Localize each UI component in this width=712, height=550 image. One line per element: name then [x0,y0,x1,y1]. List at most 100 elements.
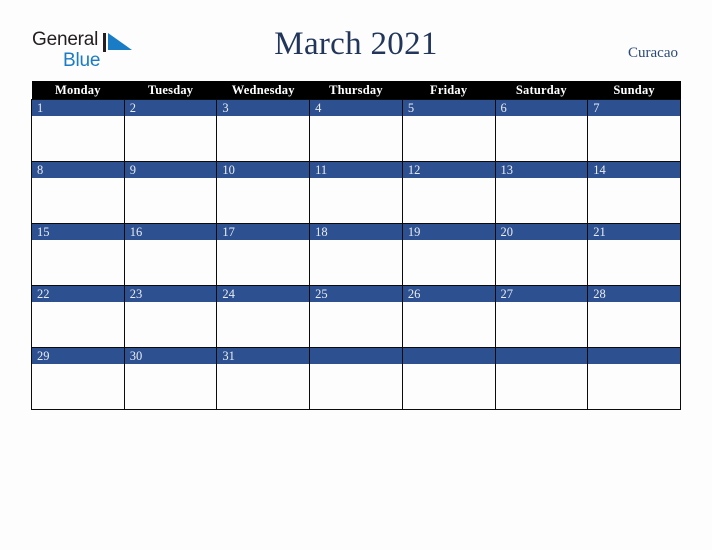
day-notes-area[interactable] [495,116,588,161]
day-notes-area[interactable] [495,364,588,409]
day-cell[interactable]: 5 [401,99,496,162]
day-number: 14 [588,162,680,178]
day-number: 28 [588,286,680,302]
day-cell[interactable]: 7 [587,99,681,162]
day-notes-area[interactable] [217,178,310,223]
day-number: 23 [124,286,217,302]
day-cell[interactable]: 22 [31,285,125,348]
day-cell[interactable]: 24 [216,285,311,348]
day-number: 27 [495,286,588,302]
day-cell[interactable]: 10 [216,161,311,224]
day-number: 9 [124,162,217,178]
day-notes-area[interactable] [310,116,402,161]
day-cell[interactable]: 6 [494,99,589,162]
calendar-week-row: 15 16 17 18 19 20 21 [31,223,681,286]
day-notes-area[interactable] [32,178,124,223]
day-cell[interactable]: 28 [587,285,681,348]
day-notes-area[interactable] [310,302,402,347]
day-notes-area[interactable] [217,364,310,409]
day-cell[interactable]: 21 [587,223,681,286]
day-number: 31 [217,348,310,364]
day-cell[interactable]: 20 [494,223,589,286]
day-cell[interactable]: 18 [309,223,403,286]
day-cell-empty[interactable] [309,347,403,410]
day-notes-area[interactable] [124,240,217,285]
day-cell-empty[interactable] [587,347,681,410]
page-header: General Blue March 2021 Curacao [0,0,712,80]
day-number [310,348,402,364]
day-notes-area[interactable] [217,116,310,161]
weekday-header-row: Monday Tuesday Wednesday Thursday Friday… [31,81,681,100]
day-notes-area[interactable] [588,240,680,285]
weekday-header-saturday: Saturday [495,81,588,100]
day-notes-area[interactable] [495,240,588,285]
day-notes-area[interactable] [402,240,495,285]
day-cell[interactable]: 17 [216,223,311,286]
day-notes-area[interactable] [588,364,680,409]
day-cell[interactable]: 19 [401,223,496,286]
day-number: 7 [588,100,680,116]
day-cell[interactable]: 13 [494,161,589,224]
day-cell[interactable]: 8 [31,161,125,224]
day-cell[interactable]: 27 [494,285,589,348]
day-notes-area[interactable] [588,178,680,223]
day-cell[interactable]: 1 [31,99,125,162]
day-notes-area[interactable] [124,364,217,409]
day-notes-area[interactable] [402,116,495,161]
day-notes-area[interactable] [124,302,217,347]
calendar-week-row: 29 30 31 [31,347,681,410]
calendar-week-row: 8 9 10 11 12 13 14 [31,161,681,224]
day-notes-area[interactable] [402,302,495,347]
day-cell[interactable]: 12 [401,161,496,224]
day-cell[interactable]: 30 [123,347,218,410]
day-notes-area[interactable] [588,302,680,347]
day-notes-area[interactable] [402,364,495,409]
day-number: 12 [402,162,495,178]
day-number [588,348,680,364]
day-cell[interactable]: 26 [401,285,496,348]
day-cell-empty[interactable] [494,347,589,410]
day-cell[interactable]: 31 [216,347,311,410]
day-number: 4 [310,100,402,116]
day-cell-empty[interactable] [401,347,496,410]
day-notes-area[interactable] [32,364,124,409]
day-number: 16 [124,224,217,240]
day-notes-area[interactable] [124,116,217,161]
day-notes-area[interactable] [32,240,124,285]
day-number: 2 [124,100,217,116]
day-notes-area[interactable] [310,178,402,223]
day-notes-area[interactable] [495,178,588,223]
day-notes-area[interactable] [32,116,124,161]
day-notes-area[interactable] [217,302,310,347]
day-notes-area[interactable] [588,116,680,161]
day-cell[interactable]: 14 [587,161,681,224]
day-notes-area[interactable] [32,302,124,347]
day-number: 30 [124,348,217,364]
day-notes-area[interactable] [495,302,588,347]
day-cell[interactable]: 15 [31,223,125,286]
day-number [495,348,588,364]
day-cell[interactable]: 9 [123,161,218,224]
day-number: 25 [310,286,402,302]
day-number: 21 [588,224,680,240]
day-notes-area[interactable] [310,364,402,409]
day-number: 19 [402,224,495,240]
day-notes-area[interactable] [217,240,310,285]
day-number: 6 [495,100,588,116]
day-cell[interactable]: 25 [309,285,403,348]
page-title: March 2021 [274,26,438,62]
day-notes-area[interactable] [310,240,402,285]
day-cell[interactable]: 29 [31,347,125,410]
day-cell[interactable]: 2 [123,99,218,162]
day-cell[interactable]: 4 [309,99,403,162]
calendar-week-row: 1 2 3 4 5 6 7 [31,99,681,162]
day-notes-area[interactable] [402,178,495,223]
day-cell[interactable]: 23 [123,285,218,348]
day-cell[interactable]: 3 [216,99,311,162]
day-cell[interactable]: 16 [123,223,218,286]
weekday-header-sunday: Sunday [587,81,681,100]
day-cell[interactable]: 11 [309,161,403,224]
day-number: 20 [495,224,588,240]
calendar-grid: Monday Tuesday Wednesday Thursday Friday… [31,81,681,410]
day-notes-area[interactable] [124,178,217,223]
